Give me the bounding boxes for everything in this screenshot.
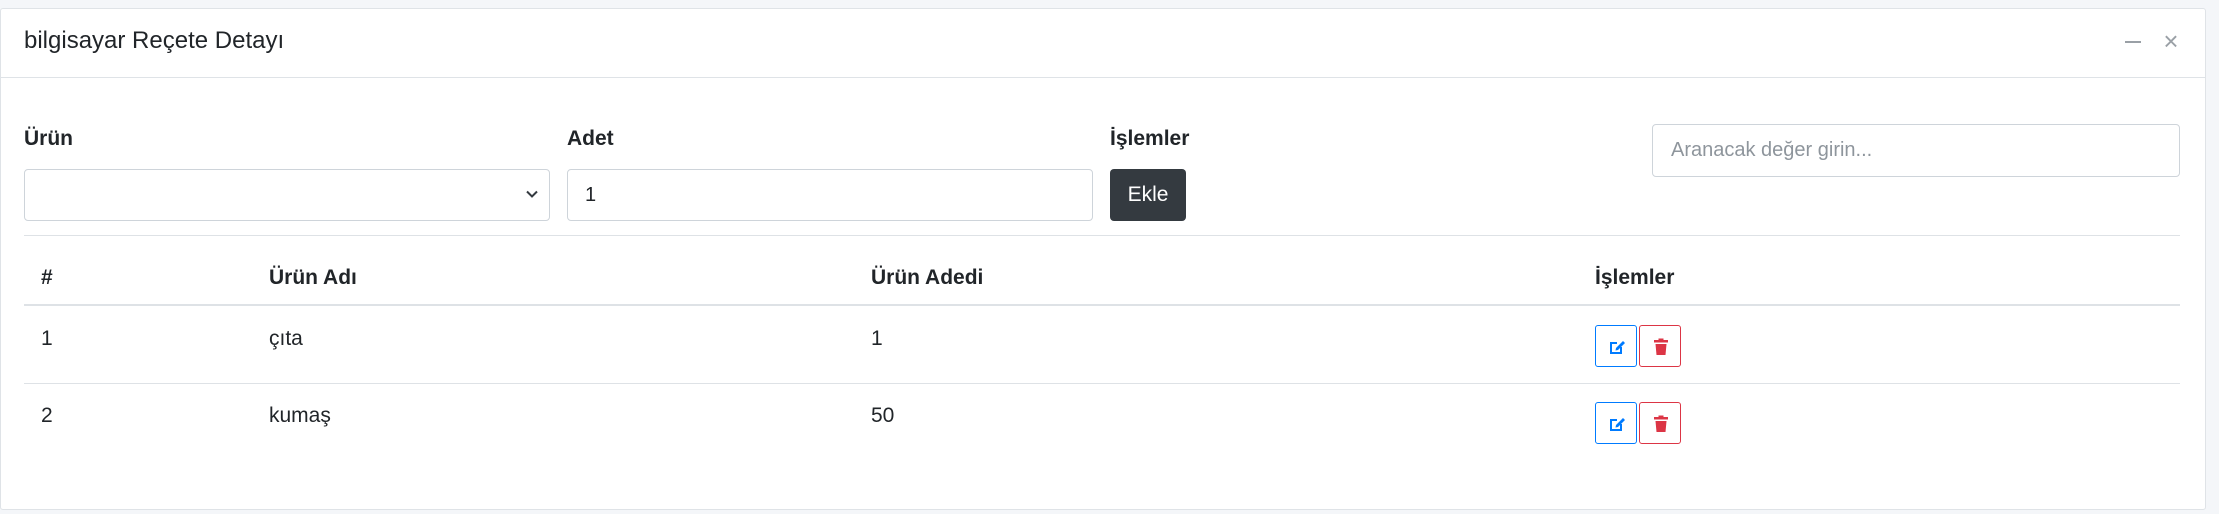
row-index: 2 <box>41 404 53 427</box>
product-select[interactable] <box>24 169 550 221</box>
edit-button[interactable] <box>1595 402 1637 444</box>
recipe-detail-card: bilgisayar Reçete Detayı × Ürün Adet 1 İ… <box>0 8 2206 510</box>
row-product-quantity: 50 <box>871 404 895 427</box>
minimize-button[interactable] <box>2119 27 2147 55</box>
search-input[interactable]: Aranacak değer girin... <box>1652 124 2180 177</box>
row-product-quantity: 1 <box>871 327 883 350</box>
quantity-label: Adet <box>567 127 614 150</box>
column-header-index: # <box>41 266 53 289</box>
form-divider <box>24 235 2180 236</box>
delete-button[interactable] <box>1639 325 1681 367</box>
column-header-product-name: Ürün Adı <box>269 266 357 289</box>
search-placeholder: Aranacak değer girin... <box>1671 139 1873 161</box>
close-button[interactable]: × <box>2157 27 2185 55</box>
quantity-input[interactable]: 1 <box>567 169 1093 221</box>
actions-label: İşlemler <box>1110 127 1190 150</box>
card-title: bilgisayar Reçete Detayı <box>24 27 285 54</box>
add-button[interactable]: Ekle <box>1110 169 1186 221</box>
chevron-down-icon <box>526 190 538 198</box>
product-label: Ürün <box>24 127 73 150</box>
close-icon: × <box>2163 26 2179 56</box>
row-product-name: kumaş <box>269 404 331 427</box>
row-divider <box>24 383 2180 384</box>
delete-button[interactable] <box>1639 402 1681 444</box>
edit-icon <box>1610 341 1625 354</box>
trash-icon <box>1654 338 1668 355</box>
row-product-name: çıta <box>269 327 303 350</box>
column-header-actions: İşlemler <box>1595 266 1675 289</box>
edit-icon <box>1610 418 1625 431</box>
minus-icon <box>2125 41 2141 43</box>
row-index: 1 <box>41 327 53 350</box>
table-header-divider <box>24 304 2180 306</box>
column-header-product-quantity: Ürün Adedi <box>871 266 984 289</box>
edit-button[interactable] <box>1595 325 1637 367</box>
card-header: bilgisayar Reçete Detayı × <box>1 9 2205 78</box>
trash-icon <box>1654 415 1668 432</box>
quantity-input-value: 1 <box>585 184 597 206</box>
